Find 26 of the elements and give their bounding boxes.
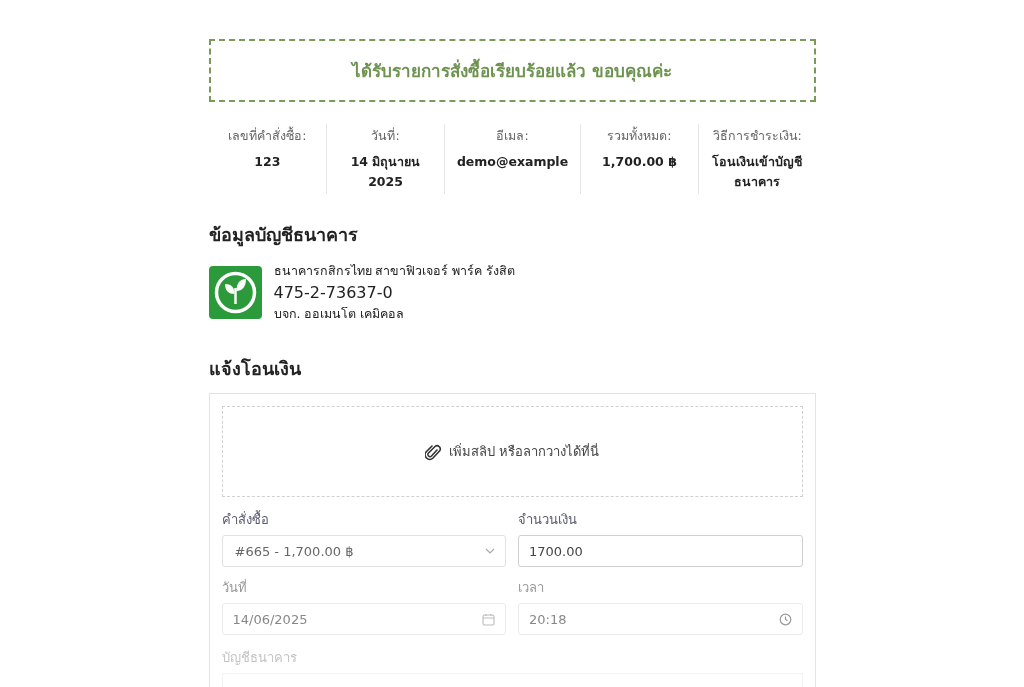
summary-label: วิธีการชำระเงิน: [712,127,802,145]
section-heading: แจ้งโอนเงิน [208,357,302,381]
summary-value: 123 [254,153,281,171]
bank-branch: ธนาคารกสิกรไทย สาขาฟิวเจอร์ พาร์ค รังสิต [273,262,516,280]
summary-value: โอนเงินเข้าบัญชีธนาคาร [711,153,804,191]
field-label: จำนวนเงิน [518,511,578,529]
account-name: บจก. ออเมนโต เคมิคอล [273,305,406,323]
summary-label: เลขที่คำสั่งซื้อ: [228,126,307,145]
order-select[interactable]: #665 - 1,700.00 ฿ [221,535,506,567]
text-field[interactable]: 1700.00 [518,535,803,567]
field-label: บัญชีธนาคาร [221,649,298,667]
field-label: เวลา [518,579,545,597]
summary-value: 1,700.00 ฿ [602,153,677,171]
time-field[interactable]: 20:18 [518,603,803,635]
summary-value: demo@example [456,153,569,171]
summary-value: 14 มิถุนายน 2025 [349,153,422,191]
field-label: คำสั่งซื้อ [221,509,270,529]
section-heading: ข้อมูลบัญชีธนาคาร [208,223,359,249]
summary-label: วันที่: [371,126,400,145]
field-label: วันที่ [221,578,248,597]
account-number: 475-2-73637-0 [273,283,394,302]
success-message: ได้รับรายการสั่งซื้อเรียบร้อยแล้ว ขอบคุณค่ะ [352,57,672,84]
summary-label: อีเมล: [496,127,529,145]
upload-dropzone[interactable]: เพิ่มสลิป หรือลากวางได้ที่นี่ [221,406,803,497]
summary-label: รวมทั้งหมด: [607,126,672,145]
date-field[interactable]: 14/06/2025 [221,603,506,635]
